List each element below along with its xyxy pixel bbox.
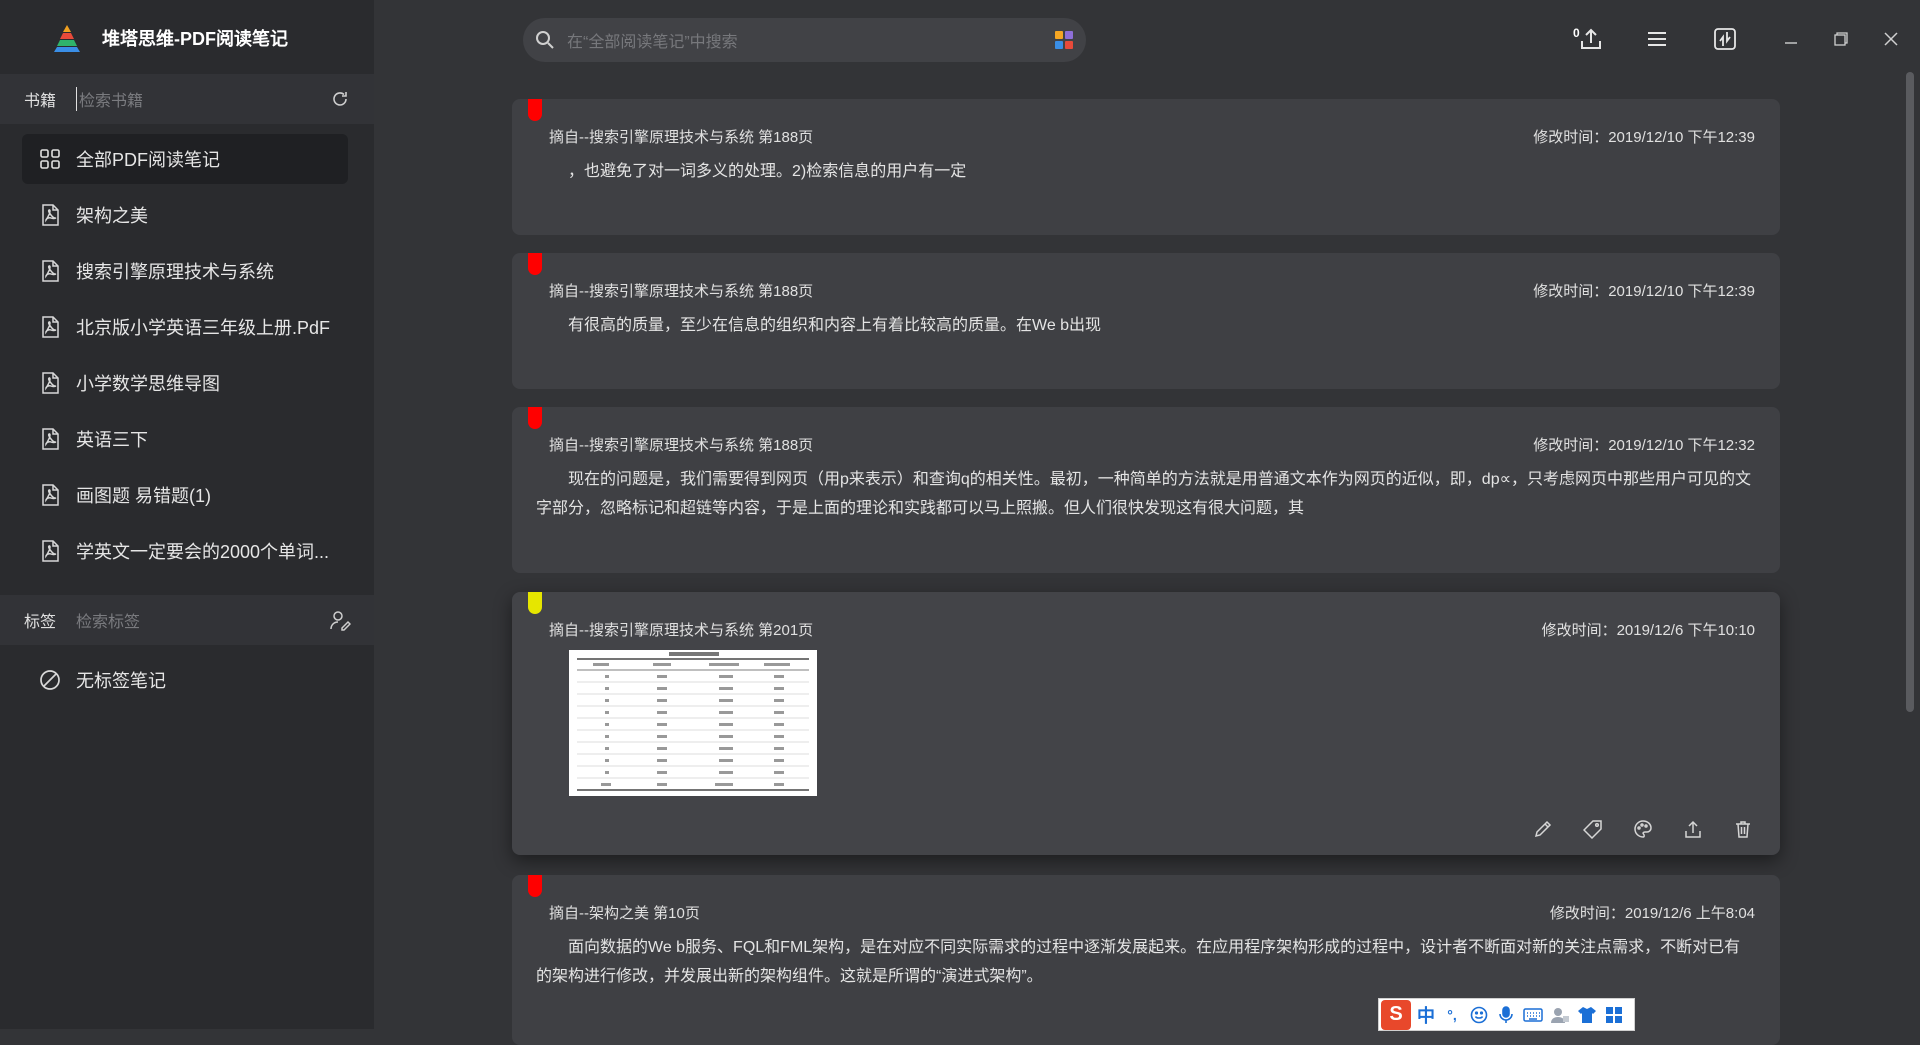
refresh-icon[interactable] (328, 87, 352, 111)
sidebar-item-book[interactable]: 搜索引擎原理技术与系统 (22, 246, 348, 296)
sidebar-item-label: 北京版小学英语三年级上册.PdF (76, 318, 331, 338)
microphone-icon[interactable] (1496, 1005, 1516, 1025)
toolbox-icon[interactable] (1604, 1005, 1624, 1025)
note-text: 面向数据的We b服务、FQL和FML架构，是在对应不同实际需求的过程中逐渐发展… (536, 939, 1741, 985)
note-image[interactable] (569, 650, 817, 796)
sidebar-item-untagged[interactable]: 无标签笔记 (22, 655, 348, 705)
manage-tags-icon[interactable] (328, 608, 352, 632)
book-search-input[interactable]: 检索书籍 (76, 87, 328, 111)
color-flag (528, 592, 542, 614)
note-source: 摘自--搜索引擎原理技术与系统 第201页 (549, 622, 814, 639)
note-time: 修改时间：2019/12/10 下午12:39 (1533, 283, 1755, 300)
share-icon[interactable] (1681, 817, 1705, 841)
minimize-icon[interactable] (1776, 24, 1806, 54)
note-source: 摘自--架构之美 第10页 (549, 905, 700, 922)
no-tag-icon (38, 668, 62, 692)
maximize-icon[interactable] (1826, 24, 1856, 54)
note-time: 修改时间：2019/12/10 下午12:32 (1533, 437, 1755, 454)
edit-icon[interactable] (1531, 817, 1555, 841)
color-flag (528, 875, 542, 897)
color-flag (528, 253, 542, 275)
note-time: 修改时间：2019/12/6 上午8:04 (1549, 905, 1755, 922)
note-card[interactable]: 摘自--搜索引擎原理技术与系统 第188页 修改时间：2019/12/10 下午… (512, 407, 1780, 573)
keyboard-icon[interactable] (1523, 1005, 1543, 1025)
tag-list: 无标签笔记 (22, 655, 348, 711)
sidebar-item-label: 画图题 易错题(1) (76, 486, 211, 506)
tag-icon[interactable] (1581, 817, 1605, 841)
scrollbar[interactable] (1906, 72, 1914, 712)
sidebar-item-book[interactable]: 学英文一定要会的2000个单词... (22, 526, 348, 576)
pdf-icon (38, 315, 62, 339)
sidebar-item-label: 架构之美 (76, 206, 148, 226)
note-source: 摘自--搜索引擎原理技术与系统 第188页 (549, 129, 814, 146)
app-title: 堆塔思维-PDF阅读笔记 (102, 29, 288, 49)
tags-label: 标签 (24, 614, 57, 631)
note-time: 修改时间：2019/12/6 下午10:10 (1541, 622, 1755, 639)
pdf-icon (38, 539, 62, 563)
emoji-icon[interactable] (1469, 1005, 1489, 1025)
sidebar-item-label: 无标签笔记 (76, 671, 166, 691)
pdf-icon (38, 203, 62, 227)
sidebar-item-label: 学英文一定要会的2000个单词... (76, 542, 330, 562)
note-time: 修改时间：2019/12/10 下午12:39 (1533, 129, 1755, 146)
note-text: 现在的问题是，我们需要得到网页（用p来表示）和查询q的相关性。最初，一种简单的方… (536, 471, 1752, 517)
color-filter-icon[interactable] (1054, 30, 1074, 50)
note-text: ，也避免了对一词多义的处理。2)检索信息的用户有一定 (568, 163, 967, 180)
menu-icon[interactable] (1642, 24, 1672, 54)
note-source: 摘自--搜索引擎原理技术与系统 第188页 (549, 283, 814, 300)
ime-lang-toggle[interactable]: 中 (1417, 1002, 1435, 1028)
tag-search-input[interactable]: 检索标签 (76, 608, 328, 632)
ime-toolbar[interactable]: S 中 °, (1378, 998, 1635, 1031)
note-card-selected[interactable]: 摘自--搜索引擎原理技术与系统 第201页 修改时间：2019/12/6 下午1… (512, 592, 1780, 855)
pdf-icon (38, 371, 62, 395)
layout-toggle-icon[interactable] (1710, 24, 1740, 54)
search-icon (536, 31, 554, 49)
app-logo-icon (54, 25, 80, 52)
books-section-header: 书籍 检索书籍 (0, 74, 374, 124)
palette-icon[interactable] (1631, 817, 1655, 841)
user-icon[interactable] (1550, 1005, 1570, 1025)
note-card[interactable]: 摘自--搜索引擎原理技术与系统 第188页 修改时间：2019/12/10 下午… (512, 253, 1780, 389)
sidebar-item-book[interactable]: 架构之美 (22, 190, 348, 240)
skin-icon[interactable] (1577, 1005, 1597, 1025)
grid-icon (38, 147, 62, 171)
pdf-icon (38, 483, 62, 507)
sidebar-item-all-notes[interactable]: 全部PDF阅读笔记 (22, 134, 348, 184)
sidebar-item-label: 搜索引擎原理技术与系统 (76, 262, 274, 282)
pdf-icon (38, 259, 62, 283)
ime-logo-icon: S (1381, 999, 1411, 1030)
app-brand: 堆塔思维-PDF阅读笔记 (52, 20, 288, 56)
note-text: 有很高的质量，至少在信息的组织和内容上有着比较高的质量。在We b出现 (568, 317, 1102, 334)
sidebar-item-book[interactable]: 英语三下 (22, 414, 348, 464)
color-flag (528, 99, 542, 121)
global-search[interactable]: 在“全部阅读笔记”中搜索 (523, 18, 1086, 62)
sidebar-item-book[interactable]: 小学数学思维导图 (22, 358, 348, 408)
book-list: 全部PDF阅读笔记 架构之美 搜索引擎原理技术与系统 北京版小学英语三年级上册.… (22, 134, 348, 582)
sidebar-item-book[interactable]: 北京版小学英语三年级上册.PdF (22, 302, 348, 352)
close-icon[interactable] (1876, 24, 1906, 54)
tags-section-header: 标签 检索标签 (0, 595, 374, 645)
pdf-icon (38, 427, 62, 451)
sidebar-item-book[interactable]: 画图题 易错题(1) (22, 470, 348, 520)
sidebar-item-label: 全部PDF阅读笔记 (76, 150, 220, 170)
sidebar: 堆塔思维-PDF阅读笔记 书籍 检索书籍 全部PDF阅读笔记 架构之美 搜索引擎… (0, 0, 374, 1029)
note-actions (1505, 817, 1755, 841)
search-input[interactable]: 在“全部阅读笔记”中搜索 (567, 28, 1054, 52)
export-icon[interactable] (1576, 24, 1606, 54)
ime-punct-toggle[interactable]: °, (1442, 1005, 1462, 1025)
books-label: 书籍 (24, 93, 57, 110)
color-flag (528, 407, 542, 429)
sidebar-item-label: 小学数学思维导图 (76, 374, 220, 394)
delete-icon[interactable] (1731, 817, 1755, 841)
note-card[interactable]: 摘自--搜索引擎原理技术与系统 第188页 修改时间：2019/12/10 下午… (512, 99, 1780, 235)
sidebar-item-label: 英语三下 (76, 430, 148, 450)
note-source: 摘自--搜索引擎原理技术与系统 第188页 (549, 437, 814, 454)
